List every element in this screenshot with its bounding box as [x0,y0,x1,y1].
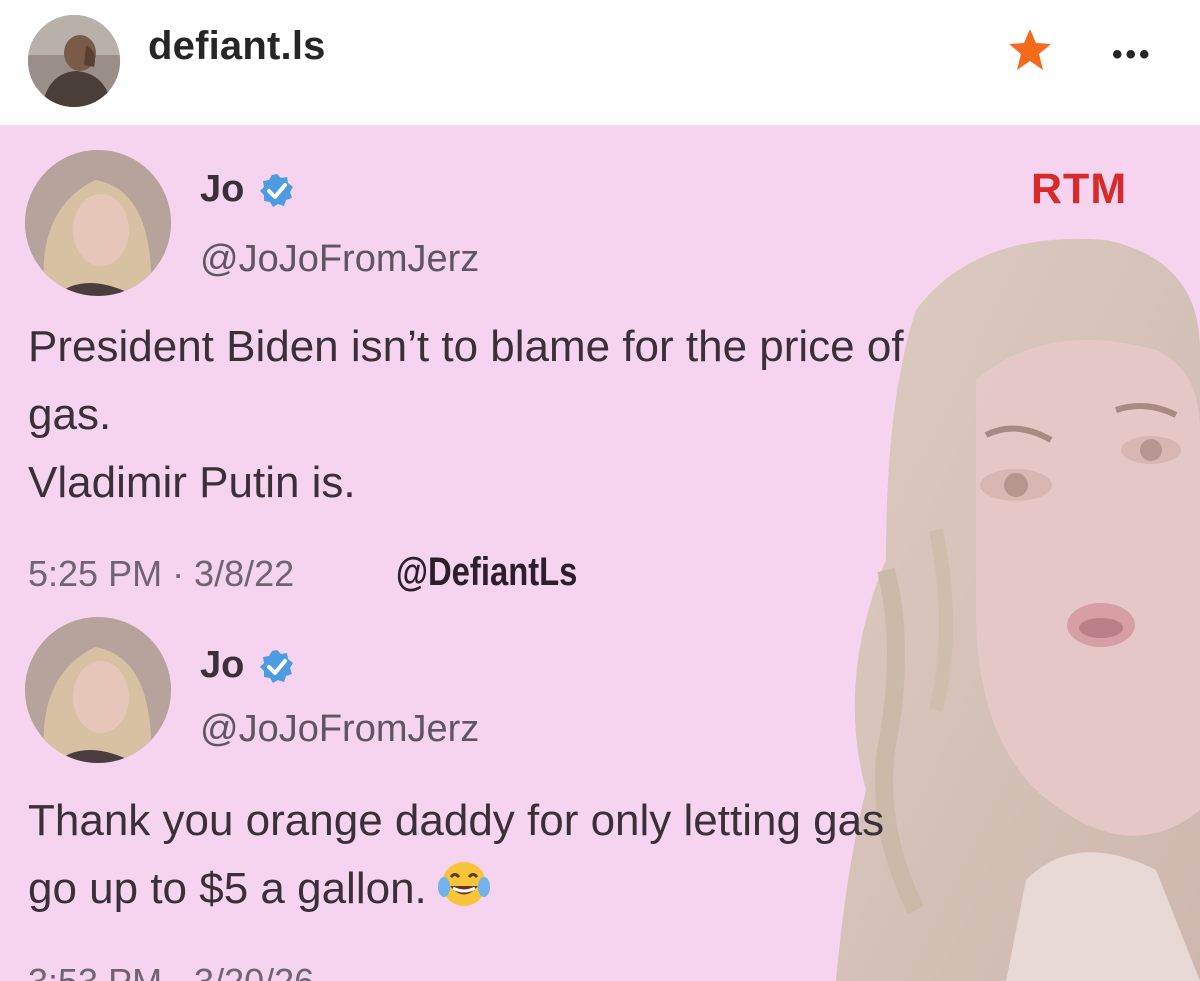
user-avatar-icon [25,150,171,296]
post-header: defiant.ls ••• [0,0,1200,125]
tweet-line: Vladimir Putin is. [28,458,356,507]
tweet-line: Thank you orange daddy for only letting … [28,796,885,845]
tweet-handle: @JoJoFromJerz [200,238,480,280]
tweet-display-name: Jo [200,168,245,210]
tweet-line: President Biden isn’t to blame for the p… [28,322,904,371]
account-name[interactable]: defiant.ls [148,24,326,69]
rtm-logo: RTM [1031,165,1128,213]
account-avatar[interactable] [28,15,120,107]
verified-badge-icon [260,650,293,683]
tweet-avatar [25,617,171,763]
verified-badge-icon [260,174,293,207]
tweet-display-name: Jo [200,644,245,686]
tweet-handle: @JoJoFromJerz [200,708,480,750]
tweet-timestamp: 5:25 PM · 3/8/22 [28,553,295,594]
tweet-line-text: go up to $5 a gallon. [28,864,427,913]
tweet-timestamp: 3:53 PM · 3/20/26 [28,961,314,981]
tears-of-joy-emoji-icon [437,862,490,906]
tweet-text: Thank you orange daddy for only letting … [28,787,884,923]
profile-photo-icon [28,15,120,107]
user-avatar-icon [25,617,171,763]
tweet-line: go up to $5 a gallon. [28,855,884,923]
tweet-text: President Biden isn’t to blame for the p… [28,313,904,517]
more-options-icon[interactable]: ••• [1112,38,1153,72]
tweet-line: gas. [28,390,112,439]
watermark: @DefiantLs [396,550,578,594]
tweet-avatar [25,150,171,296]
star-icon[interactable] [1005,25,1055,75]
post-image: RTM Jo @JoJoFromJerz President Biden isn… [0,125,1200,981]
